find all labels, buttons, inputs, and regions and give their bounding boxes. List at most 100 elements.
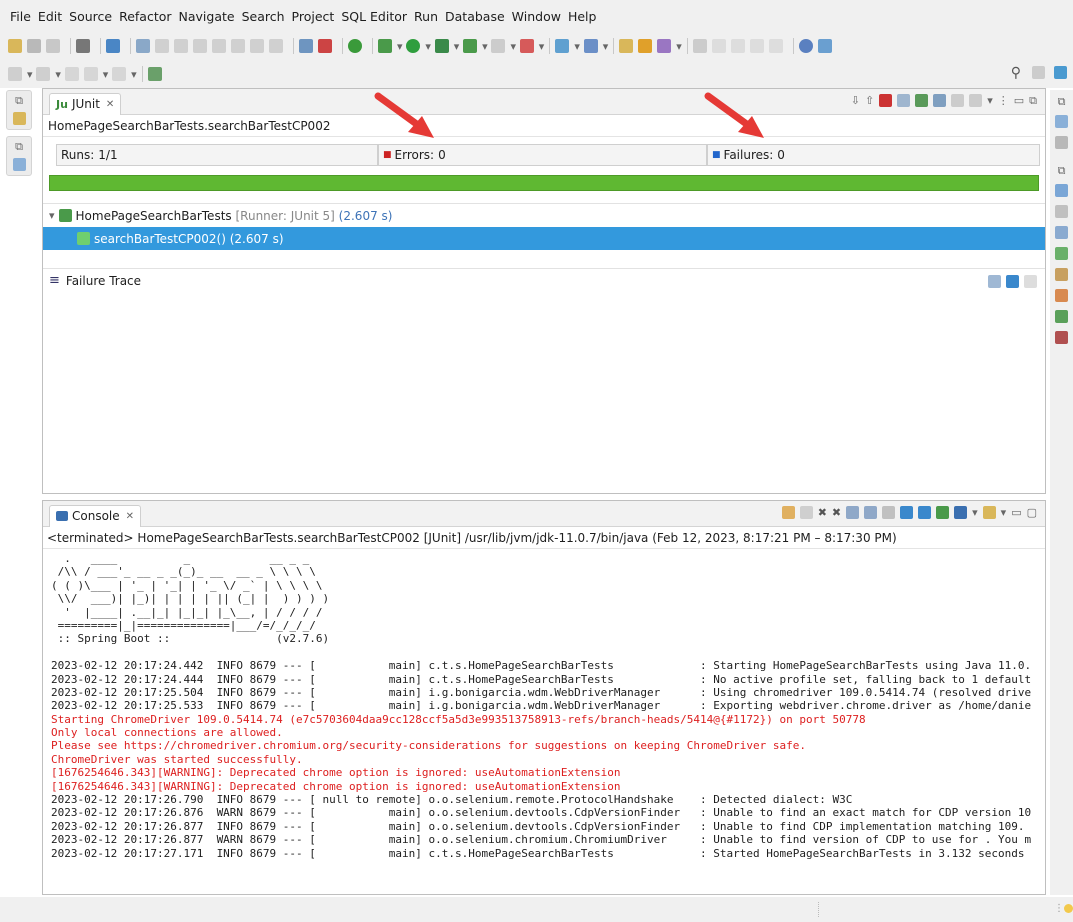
chevron-down-icon[interactable]: ▾: [603, 41, 609, 52]
run-icon[interactable]: [406, 39, 421, 53]
terminate-icon[interactable]: [799, 506, 813, 519]
profile-icon[interactable]: [491, 39, 506, 53]
java-perspective-icon[interactable]: [1054, 66, 1067, 79]
chevron-down-icon[interactable]: ▾: [131, 69, 137, 80]
progress-icon[interactable]: [1055, 310, 1068, 323]
previous-annotation-icon[interactable]: [36, 67, 51, 81]
test-run-history-icon[interactable]: [969, 94, 983, 107]
view-menu-icon[interactable]: ⋮: [998, 95, 1009, 106]
menu-item-sql-editor[interactable]: SQL Editor: [341, 9, 407, 24]
restore-icon[interactable]: ⧉: [15, 141, 23, 152]
close-icon[interactable]: ✕: [126, 511, 134, 522]
chevron-down-icon[interactable]: ▾: [425, 41, 431, 52]
menu-item-search[interactable]: Search: [242, 9, 285, 24]
coverage-icon[interactable]: [434, 39, 449, 53]
annotation-icon[interactable]: [692, 39, 707, 53]
block-selection-icon[interactable]: [730, 39, 745, 53]
tab-console[interactable]: Console ✕: [49, 504, 142, 527]
chevron-down-icon[interactable]: ▾: [539, 41, 545, 52]
menu-item-source[interactable]: Source: [69, 9, 112, 24]
open-type-icon[interactable]: [619, 39, 634, 53]
external-tools-icon[interactable]: [463, 39, 478, 53]
show-on-stderr-icon[interactable]: [918, 506, 932, 519]
search-tool-icon[interactable]: [657, 39, 672, 53]
declaration-icon[interactable]: [1055, 205, 1068, 218]
next-annotation-icon[interactable]: [8, 67, 22, 81]
chevron-down-icon[interactable]: ▾: [454, 41, 460, 52]
menu-item-navigate[interactable]: Navigate: [179, 9, 235, 24]
close-icon[interactable]: ✕: [106, 99, 114, 110]
menu-item-database[interactable]: Database: [445, 9, 505, 24]
menu-item-refactor[interactable]: Refactor: [119, 9, 171, 24]
terminal-icon[interactable]: [106, 39, 120, 53]
menu-item-help[interactable]: Help: [568, 9, 597, 24]
next-failure-icon[interactable]: ⇩: [851, 95, 860, 106]
step-over-icon[interactable]: [250, 39, 264, 53]
spring-boot-icon[interactable]: [348, 39, 362, 53]
hierarchy-icon[interactable]: [1055, 226, 1068, 239]
last-edit-location-icon[interactable]: [64, 67, 79, 81]
new-java-class-icon[interactable]: [583, 39, 598, 53]
rerun-failed-first-icon[interactable]: [933, 94, 947, 107]
tree-row-test[interactable]: searchBarTestCP002() (2.607 s): [43, 227, 1045, 250]
chevron-down-icon[interactable]: ▾: [397, 41, 403, 52]
open-perspective-icon[interactable]: [1032, 66, 1045, 79]
previous-failure-icon[interactable]: ⇧: [865, 95, 874, 106]
disconnect-icon[interactable]: [212, 39, 226, 53]
clear-console-icon[interactable]: [846, 506, 860, 519]
bookmarks-icon[interactable]: [1055, 268, 1068, 281]
menu-item-file[interactable]: File: [10, 9, 31, 24]
pin-console-icon[interactable]: [936, 506, 950, 519]
debug-target-icon[interactable]: [781, 506, 795, 519]
menu-item-edit[interactable]: Edit: [38, 9, 62, 24]
database-connect-icon[interactable]: [798, 39, 813, 53]
spring-boot-dashboard-icon[interactable]: [1055, 247, 1068, 260]
pin-editor-icon[interactable]: [147, 67, 162, 81]
restore-icon[interactable]: ⧉: [1058, 165, 1066, 176]
minimize-icon[interactable]: ▭: [1011, 507, 1021, 518]
back-icon[interactable]: [83, 67, 98, 81]
launch-icon[interactable]: [519, 39, 534, 53]
scroll-lock-icon[interactable]: [864, 506, 878, 519]
display-console-icon[interactable]: [954, 506, 968, 519]
outline-view-icon[interactable]: [1055, 115, 1068, 128]
show-paragraph-icon[interactable]: [768, 39, 783, 53]
notification-icon[interactable]: [1064, 904, 1073, 913]
debug-step-icon[interactable]: [136, 39, 150, 53]
open-console-icon[interactable]: [982, 506, 996, 519]
chevron-down-icon[interactable]: ▾: [103, 69, 109, 80]
remove-all-terminated-icon[interactable]: ✖: [832, 507, 841, 518]
step-return-icon[interactable]: [269, 39, 283, 53]
copy-trace-icon[interactable]: [1024, 275, 1037, 288]
save-all-icon[interactable]: [46, 39, 60, 53]
debug-icon[interactable]: [378, 39, 392, 53]
package-explorer-icon[interactable]: [12, 112, 26, 125]
suspend-icon[interactable]: [174, 39, 188, 53]
task-list-icon[interactable]: [1055, 136, 1068, 149]
scroll-lock-icon[interactable]: [897, 94, 911, 107]
chevron-down-icon[interactable]: ▾: [574, 41, 580, 52]
sql-editor-icon[interactable]: [817, 39, 832, 53]
restore-icon[interactable]: ⧉: [1058, 96, 1066, 107]
show-on-stdout-icon[interactable]: [900, 506, 914, 519]
terminate-icon[interactable]: [193, 39, 207, 53]
chevron-down-icon[interactable]: ▾: [987, 95, 993, 106]
maximize-icon[interactable]: ⧉: [1029, 95, 1037, 106]
rerun-test-icon[interactable]: [915, 94, 929, 107]
chevron-down-icon[interactable]: ▾: [27, 69, 33, 80]
menu-item-run[interactable]: Run: [414, 9, 438, 24]
stop-icon[interactable]: [951, 94, 965, 107]
show-whitespace-icon[interactable]: [749, 39, 764, 53]
chevron-down-icon[interactable]: ▾: [49, 210, 55, 221]
show-failures-only-icon[interactable]: [879, 94, 893, 107]
restore-icon[interactable]: ⧉: [15, 95, 23, 106]
menu-item-project[interactable]: Project: [292, 9, 335, 24]
forward-icon[interactable]: [112, 67, 127, 81]
save-icon[interactable]: [27, 39, 41, 53]
new-icon[interactable]: [8, 39, 22, 53]
new-java-project-icon[interactable]: [555, 39, 570, 53]
use-step-filters-icon[interactable]: [299, 39, 313, 53]
chevron-down-icon[interactable]: ▾: [1001, 507, 1007, 518]
filter-stack-trace-icon[interactable]: [1006, 275, 1019, 288]
compare-result-icon[interactable]: [988, 275, 1001, 288]
